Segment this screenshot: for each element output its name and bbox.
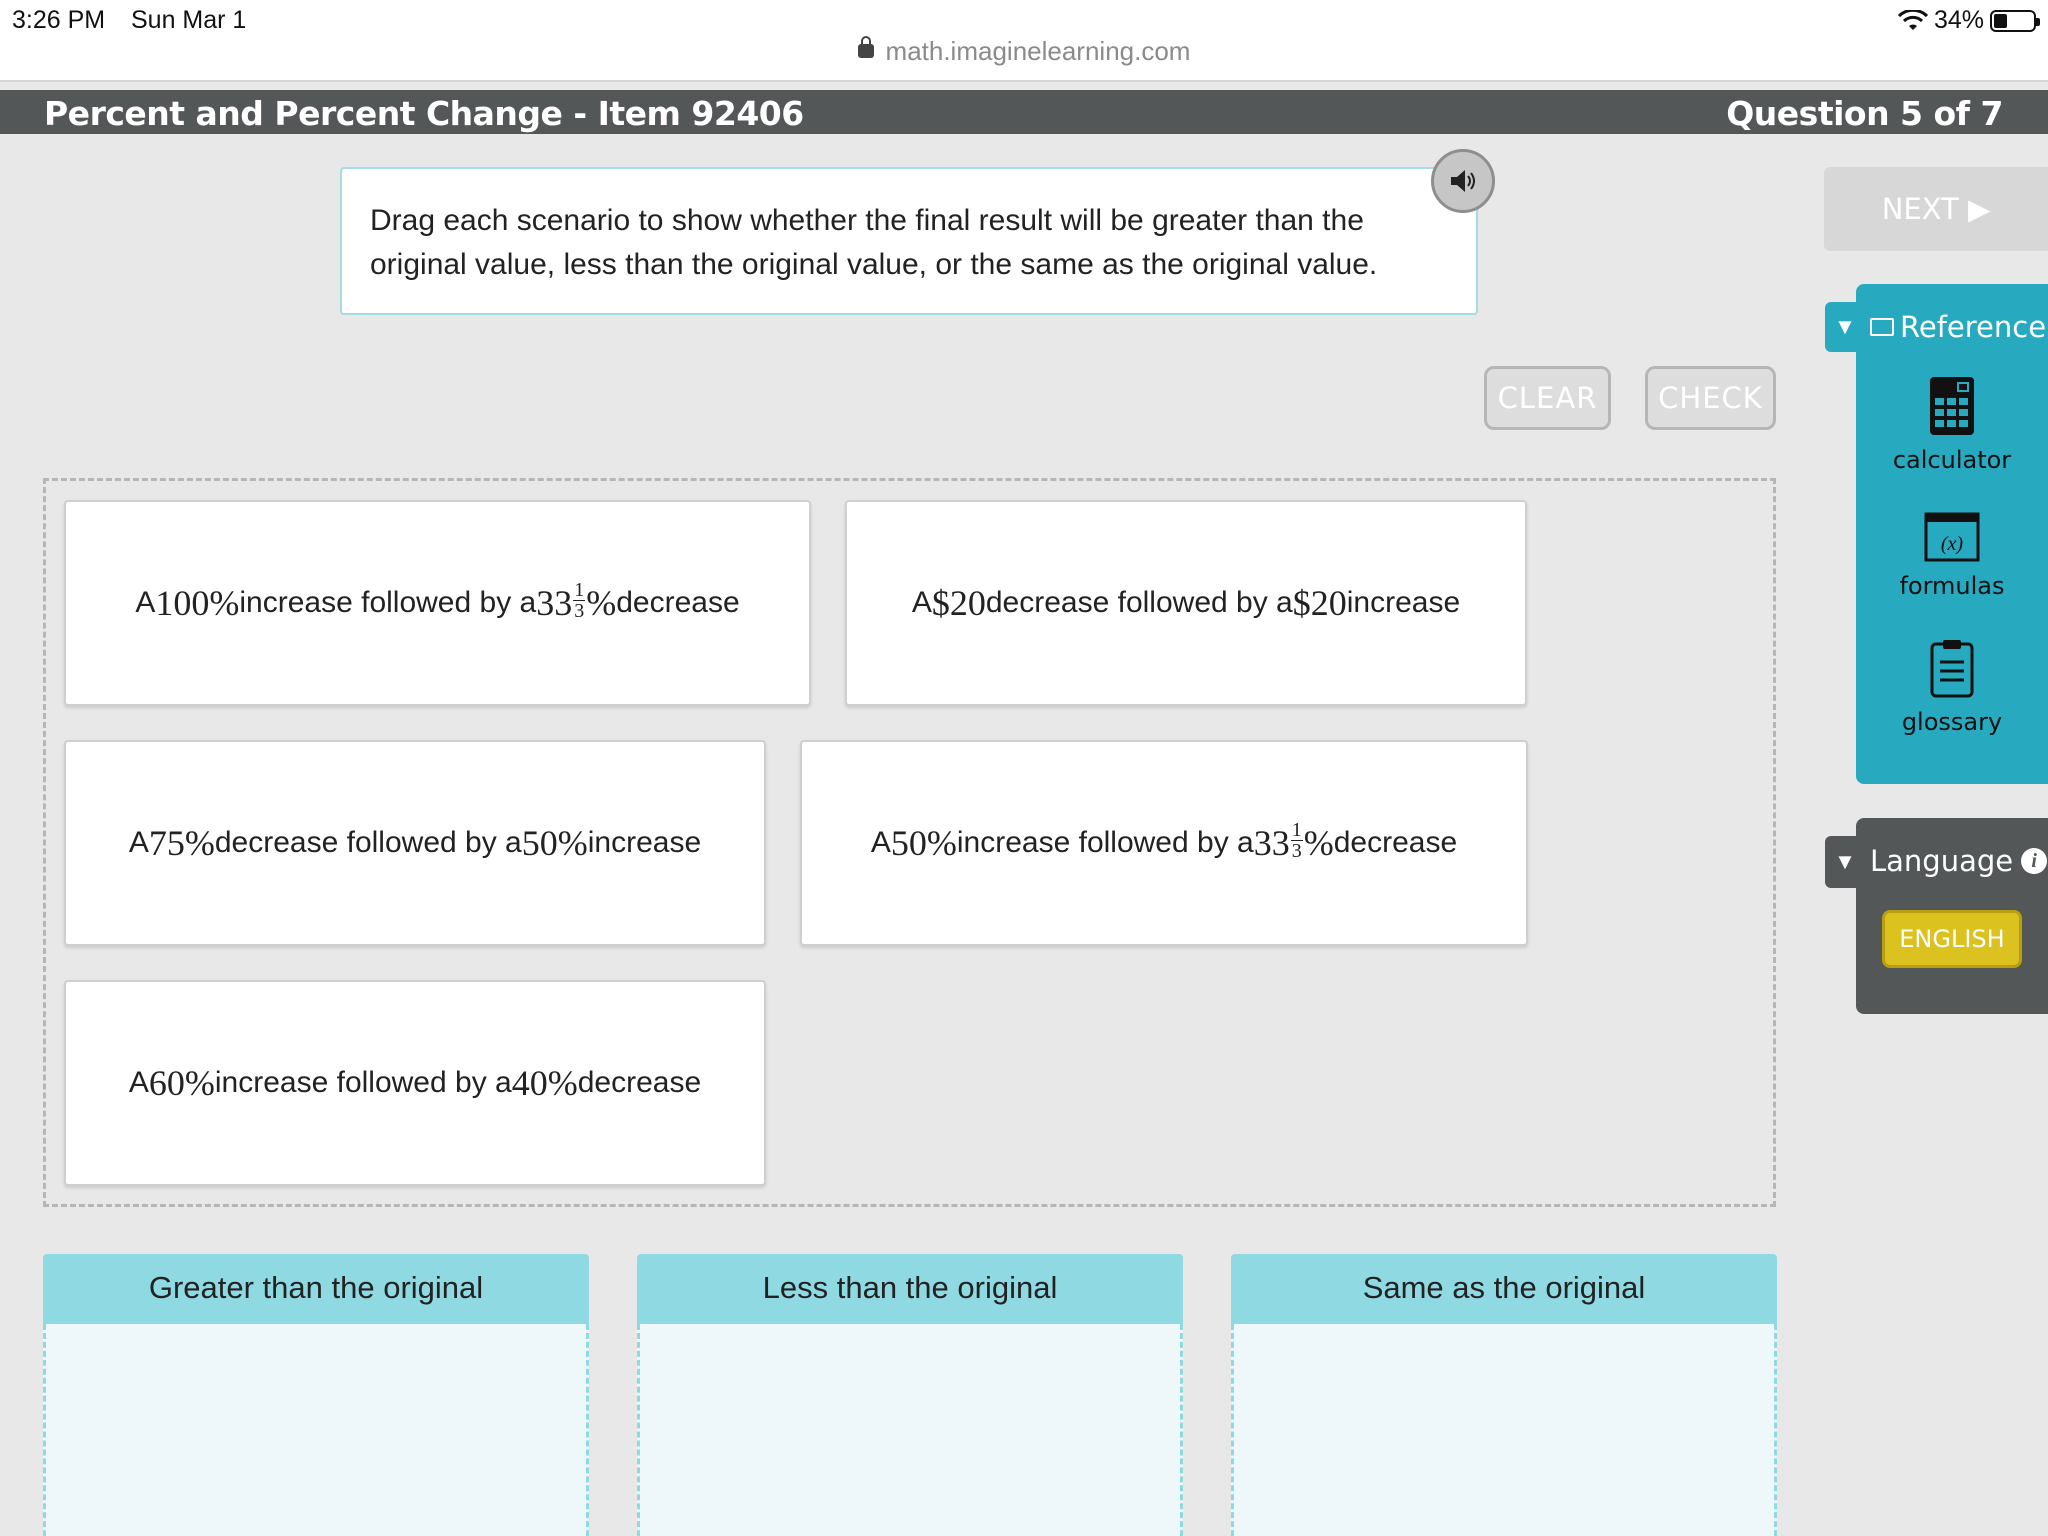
bucket-label: Greater than the original [43, 1254, 589, 1324]
drop-zone[interactable] [43, 1324, 589, 1536]
language-header: Language i [1870, 844, 2048, 878]
info-icon[interactable]: i [2021, 848, 2048, 874]
reference-icon [1870, 318, 1894, 336]
lesson-header: Percent and Percent Change - Item 92406 … [0, 90, 2048, 134]
triangle-down-icon: ▼ [1834, 314, 1856, 339]
fraction: 13 [573, 578, 586, 622]
reference-collapse-toggle[interactable]: ▼ [1825, 302, 1865, 352]
speaker-icon [1451, 170, 1475, 192]
reference-panel: Reference calculator (x) formulas glossa… [1856, 284, 2048, 784]
scenario-card[interactable]: A 100% increase followed by a 33 1 3% decr… [64, 500, 811, 706]
scenario-card[interactable]: A 50% increase followed by a 33 1 3% decre… [800, 740, 1528, 946]
status-date: Sun Mar 1 [131, 6, 247, 34]
status-bar: 3:26 PM Sun Mar 1 34% math.imaginelearni… [0, 0, 2048, 82]
scenario-card[interactable]: A 75% decrease followed by a 50% increas… [64, 740, 766, 946]
question-counter: Question 5 of 7 [1726, 94, 2003, 133]
clipboard-icon [1930, 640, 1974, 698]
reference-header[interactable]: Reference [1870, 310, 2046, 344]
calculator-tool[interactable]: calculator [1856, 376, 2048, 474]
drop-zone[interactable] [637, 1324, 1183, 1536]
svg-text:(x): (x) [1941, 533, 1964, 555]
bucket-less[interactable]: Less than the original [637, 1254, 1183, 1536]
bucket-label: Same as the original [1231, 1254, 1777, 1324]
status-time: 3:26 PM [12, 6, 106, 34]
status-right: 34% [1897, 6, 2040, 35]
battery-icon [1990, 9, 2040, 32]
instruction-box: Drag each scenario to show whether the f… [340, 167, 1478, 315]
battery-percent: 34% [1933, 6, 1984, 34]
triangle-down-icon: ▼ [1834, 849, 1856, 874]
drop-zone[interactable] [1231, 1324, 1777, 1536]
english-button[interactable]: ENGLISH [1882, 910, 2022, 968]
bucket-same[interactable]: Same as the original [1231, 1254, 1777, 1536]
formulas-icon: (x) [1924, 512, 1980, 562]
lock-icon [857, 36, 874, 59]
bucket-label: Less than the original [637, 1254, 1183, 1324]
language-collapse-toggle[interactable]: ▼ [1825, 836, 1865, 888]
calculator-icon [1930, 377, 1974, 435]
battery-level [1994, 13, 2007, 28]
fraction: 13 [1290, 818, 1303, 862]
audio-button[interactable] [1431, 149, 1495, 213]
language-panel: Language i ENGLISH [1856, 818, 2048, 1014]
clear-button[interactable]: CLEAR [1484, 366, 1611, 430]
next-button[interactable]: NEXT ▶ [1824, 167, 2048, 251]
glossary-tool[interactable]: glossary [1856, 638, 2048, 736]
page-title: Percent and Percent Change - Item 92406 [44, 94, 804, 133]
scenario-card[interactable]: A 60% increase followed by a 40% decreas… [64, 980, 766, 1186]
scenario-card[interactable]: A $20 decrease followed by a $20 increas… [845, 500, 1527, 706]
formulas-tool[interactable]: (x) formulas [1856, 512, 2048, 600]
url-text: math.imaginelearning.com [885, 36, 1191, 66]
url-bar[interactable]: math.imaginelearning.com [0, 36, 2048, 67]
bucket-greater[interactable]: Greater than the original [43, 1254, 589, 1536]
wifi-icon [1897, 9, 1928, 30]
check-button[interactable]: CHECK [1645, 366, 1776, 430]
